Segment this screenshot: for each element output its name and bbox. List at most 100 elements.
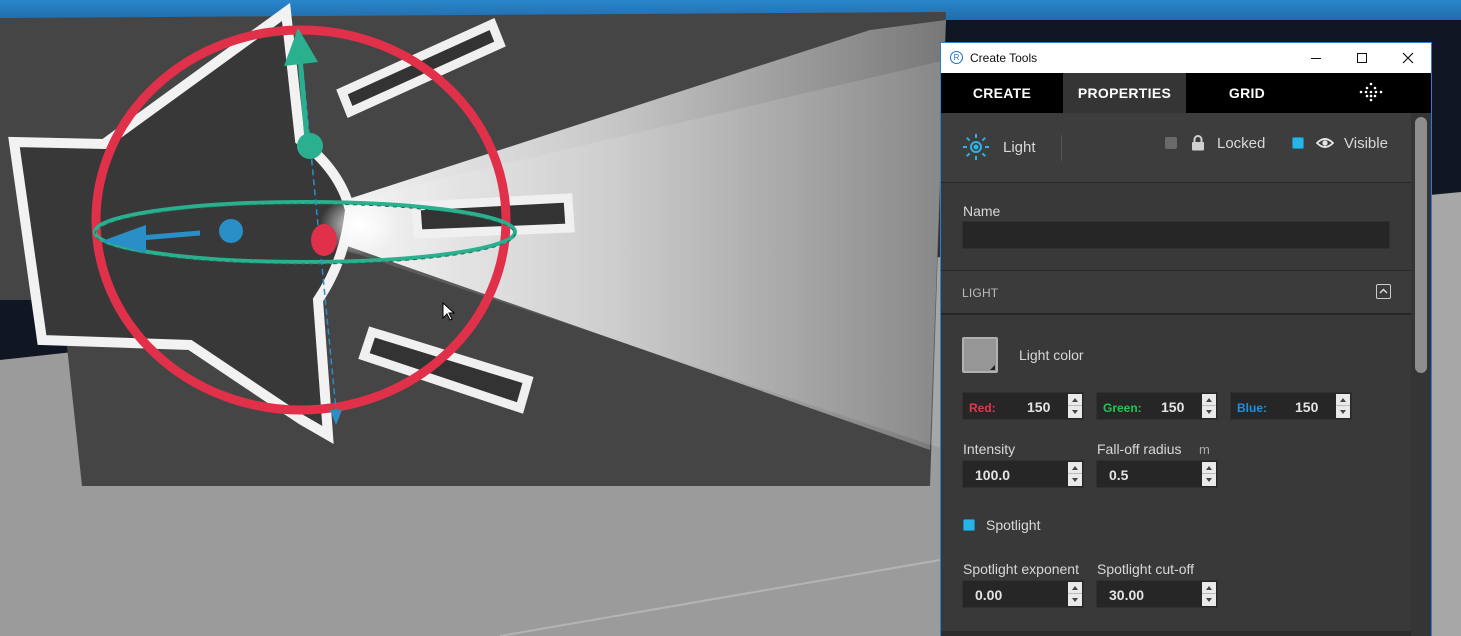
chevron-up-icon <box>1072 465 1078 470</box>
falloff-value[interactable]: 0.5 <box>1109 467 1128 483</box>
spot-cutoff-stepper[interactable]: 30.00 <box>1096 580 1218 608</box>
spot-exponent-value[interactable]: 0.00 <box>975 587 1002 603</box>
falloff-stepper[interactable]: 0.5 <box>1096 460 1218 488</box>
increment-button[interactable] <box>1068 582 1082 594</box>
blue-label: Blue: <box>1237 401 1267 415</box>
title-bar[interactable]: R Create Tools <box>941 43 1431 73</box>
dots-menu-icon <box>1359 82 1383 102</box>
increment-button[interactable] <box>1202 462 1216 474</box>
increment-button[interactable] <box>1068 394 1082 406</box>
object-type-label: Light <box>1003 139 1036 156</box>
spotlight-label: Spotlight <box>986 517 1041 533</box>
chevron-up-icon <box>1379 288 1388 294</box>
tab-grid[interactable]: GRID <box>1186 73 1308 113</box>
green-value[interactable]: 150 <box>1161 399 1184 415</box>
name-label: Name <box>963 203 1001 219</box>
red-value[interactable]: 150 <box>1027 399 1050 415</box>
chevron-up-icon <box>1206 465 1212 470</box>
scrollbar[interactable] <box>1411 113 1431 636</box>
chevron-down-icon <box>1206 478 1212 482</box>
decrement-button[interactable] <box>1202 594 1216 606</box>
close-button[interactable] <box>1385 43 1431 73</box>
object-header: Light Locked Visible <box>941 113 1411 183</box>
chevron-up-icon <box>1206 585 1212 590</box>
intensity-stepper[interactable]: 100.0 <box>962 460 1084 488</box>
eye-icon <box>1316 138 1334 148</box>
green-stepper[interactable]: Green: 150 <box>1096 392 1218 420</box>
scrollbar-thumb[interactable] <box>1415 117 1427 373</box>
maximize-button[interactable] <box>1339 43 1385 73</box>
name-section: Name <box>941 183 1411 271</box>
decrement-button[interactable] <box>1068 406 1082 418</box>
tab-properties[interactable]: PROPERTIES <box>1063 73 1186 113</box>
light-section-header[interactable]: LIGHT <box>941 271 1411 315</box>
chevron-down-icon <box>1206 598 1212 602</box>
chevron-down-icon <box>1072 478 1078 482</box>
chevron-down-icon <box>1072 410 1078 414</box>
chevron-up-icon <box>1072 397 1078 402</box>
handle-y <box>297 133 323 159</box>
intensity-stepper-arrows <box>1068 462 1082 486</box>
handle-center <box>311 224 337 256</box>
red-stepper[interactable]: Red: 150 <box>962 392 1084 420</box>
window-title: Create Tools <box>970 51 1038 65</box>
chevron-up-icon <box>1072 585 1078 590</box>
divider <box>1061 135 1062 161</box>
name-input[interactable] <box>962 221 1390 249</box>
spot-exponent-stepper[interactable]: 0.00 <box>962 580 1084 608</box>
red-label: Red: <box>969 401 996 415</box>
decrement-button[interactable] <box>1336 406 1350 418</box>
increment-button[interactable] <box>1202 394 1216 406</box>
blue-value[interactable]: 150 <box>1295 399 1318 415</box>
light-color-label: Light color <box>1019 347 1084 363</box>
visible-label: Visible <box>1344 135 1388 152</box>
spot-exponent-label: Spotlight exponent <box>963 561 1079 577</box>
light-icon <box>963 134 989 160</box>
lock-icon <box>1192 135 1204 151</box>
increment-button[interactable] <box>1336 394 1350 406</box>
minimize-icon <box>1311 57 1321 59</box>
blue-stepper-arrows <box>1336 394 1350 418</box>
intensity-label: Intensity <box>963 441 1016 457</box>
increment-button[interactable] <box>1068 462 1082 474</box>
light-section-body: Light color Red: 150 Green: 150 Blue: 15… <box>941 315 1411 636</box>
minimize-button[interactable] <box>1293 43 1339 73</box>
light-color-swatch[interactable] <box>962 337 998 373</box>
locked-checkbox[interactable] <box>1165 137 1177 149</box>
app-icon: R <box>950 51 963 64</box>
falloff-stepper-arrows <box>1202 462 1216 486</box>
section-divider <box>941 631 1411 636</box>
green-stepper-arrows <box>1202 394 1216 418</box>
properties-panel: Light Locked Visible Name LIGHT Light co… <box>941 113 1411 636</box>
red-stepper-arrows <box>1068 394 1082 418</box>
close-icon <box>1402 52 1414 64</box>
tab-more[interactable] <box>1341 73 1401 113</box>
spot-cutoff-value[interactable]: 30.00 <box>1109 587 1144 603</box>
chevron-up-icon <box>1206 397 1212 402</box>
decrement-button[interactable] <box>1202 474 1216 486</box>
spotlight-checkbox[interactable] <box>963 519 975 531</box>
collapse-button[interactable] <box>1376 284 1391 299</box>
spot-exponent-stepper-arrows <box>1068 582 1082 606</box>
spot-cutoff-label: Spotlight cut-off <box>1097 561 1195 577</box>
blue-stepper[interactable]: Blue: 150 <box>1230 392 1352 420</box>
intensity-value[interactable]: 100.0 <box>975 467 1010 483</box>
decrement-button[interactable] <box>1068 474 1082 486</box>
create-tools-window: R Create Tools CREATE PROPERTIES GRID Li… <box>940 42 1432 636</box>
handle-x <box>219 219 243 243</box>
decrement-button[interactable] <box>1068 594 1082 606</box>
falloff-unit: m <box>1199 442 1210 457</box>
green-label: Green: <box>1103 401 1142 415</box>
locked-label: Locked <box>1217 135 1266 152</box>
decrement-button[interactable] <box>1202 406 1216 418</box>
chevron-down-icon <box>1072 598 1078 602</box>
chevron-down-icon <box>1206 410 1212 414</box>
tab-create[interactable]: CREATE <box>941 73 1063 113</box>
visible-checkbox[interactable] <box>1292 137 1304 149</box>
spot-cutoff-stepper-arrows <box>1202 582 1216 606</box>
falloff-label: Fall-off radius <box>1097 441 1182 457</box>
maximize-icon <box>1357 53 1367 63</box>
tab-bar: CREATE PROPERTIES GRID <box>941 73 1431 113</box>
chevron-down-icon <box>1340 410 1346 414</box>
increment-button[interactable] <box>1202 582 1216 594</box>
